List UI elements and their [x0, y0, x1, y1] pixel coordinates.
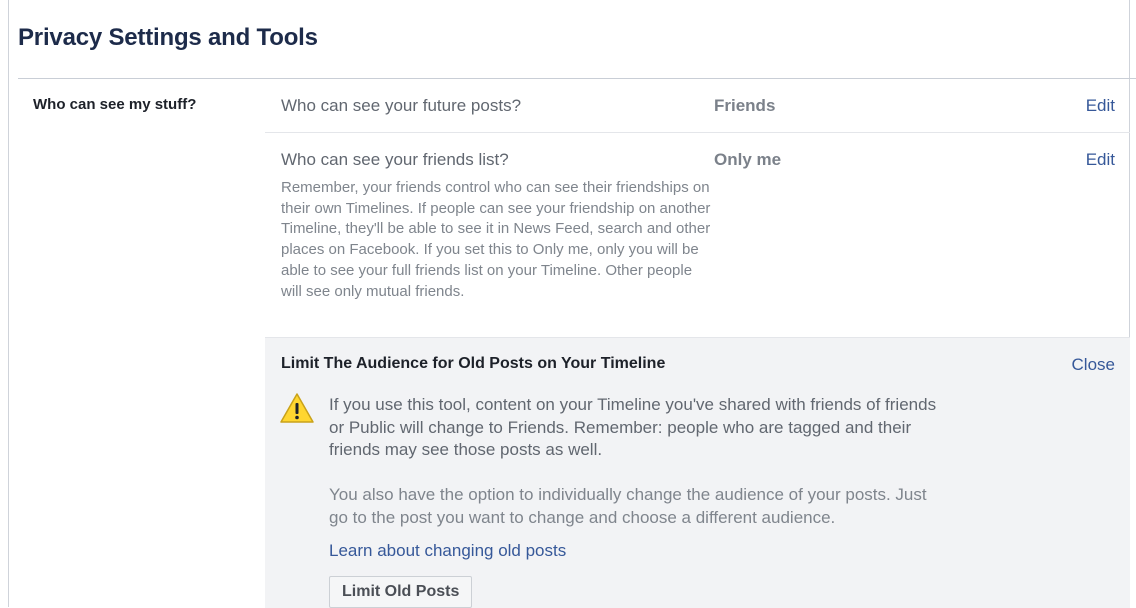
limit-old-posts-panel: Limit The Audience for Old Posts on Your…	[265, 337, 1130, 608]
setting-question: Who can see your future posts?	[281, 96, 522, 115]
setting-description: Remember, your friends control who can s…	[281, 179, 711, 300]
edit-link[interactable]: Edit	[1086, 96, 1115, 116]
setting-row-future-posts[interactable]: Who can see your future posts? Friends E…	[265, 78, 1130, 133]
setting-question: Who can see your friends list?	[281, 150, 509, 169]
learn-more-link[interactable]: Learn about changing old posts	[329, 541, 566, 561]
edit-link[interactable]: Edit	[1086, 150, 1115, 170]
option-text: You also have the option to individually…	[329, 485, 927, 527]
setting-row-friends-list[interactable]: Who can see your friends list? Only me E…	[265, 133, 1130, 337]
warning-triangle-icon	[280, 393, 314, 423]
warning-text: If you use this tool, content on your Ti…	[329, 395, 937, 459]
setting-value: Friends	[714, 96, 776, 115]
section-label: Who can see my stuff?	[33, 96, 197, 113]
panel-title: Limit The Audience for Old Posts on Your…	[281, 355, 666, 372]
close-link[interactable]: Close	[1072, 355, 1115, 375]
page-title: Privacy Settings and Tools	[18, 24, 318, 51]
setting-value: Only me	[714, 150, 782, 169]
limit-old-posts-button[interactable]: Limit Old Posts	[329, 576, 473, 608]
